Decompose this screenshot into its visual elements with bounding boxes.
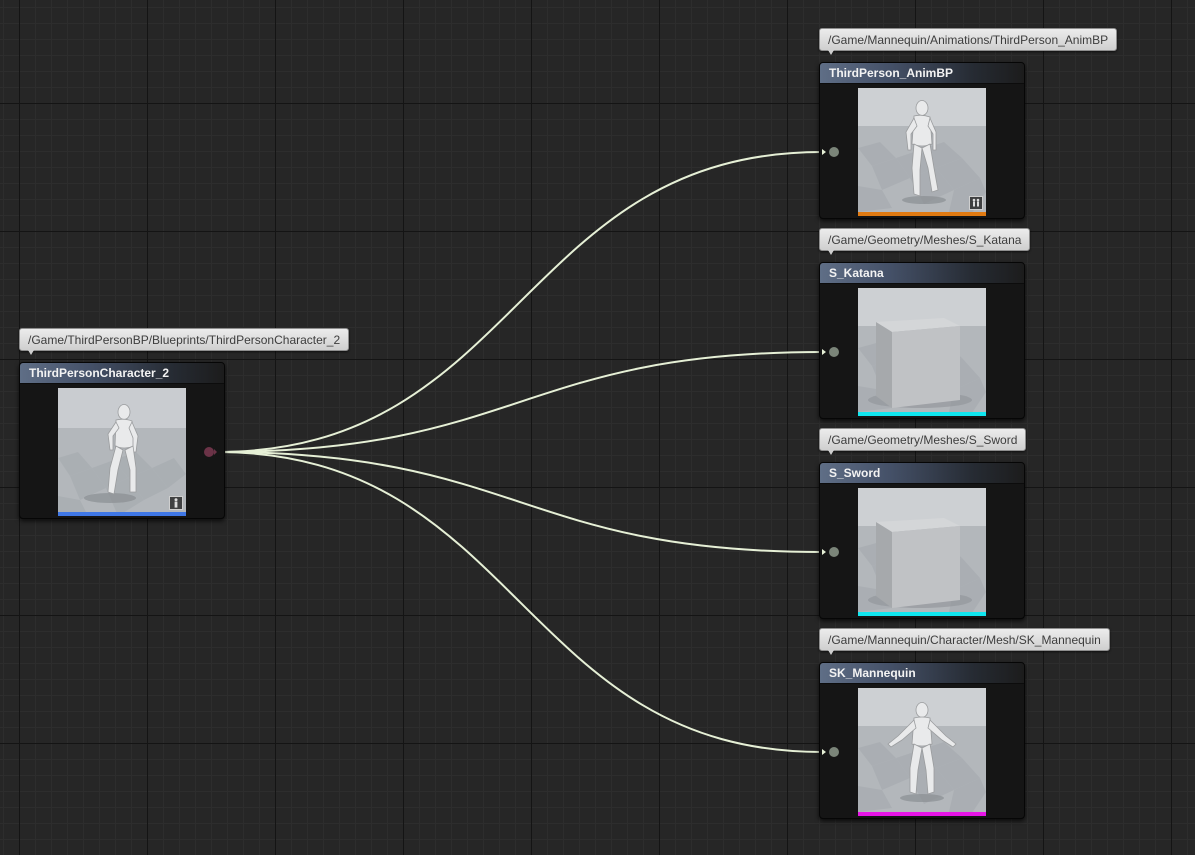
node-title: SK_Mannequin bbox=[820, 663, 1024, 684]
wire-s-katana bbox=[216, 351, 823, 453]
node-title: S_Katana bbox=[820, 263, 1024, 284]
asset-thumbnail bbox=[58, 388, 186, 516]
anim-blueprint-icon bbox=[969, 196, 983, 210]
node-thirdpersoncharacter-2[interactable]: ThirdPersonCharacter_2 bbox=[19, 362, 225, 519]
node-s-katana[interactable]: S_Katana bbox=[819, 262, 1025, 419]
asset-thumbnail bbox=[858, 88, 986, 216]
input-pin[interactable] bbox=[822, 746, 839, 758]
reference-viewer-graph[interactable]: /Game/ThirdPersonBP/Blueprints/ThirdPers… bbox=[0, 0, 1195, 855]
asset-type-bar bbox=[858, 812, 986, 816]
wire-thirdperson-animbp bbox=[216, 151, 823, 453]
node-title: S_Sword bbox=[820, 463, 1024, 484]
source-path-tooltip: /Game/ThirdPersonBP/Blueprints/ThirdPers… bbox=[19, 328, 350, 355]
asset-thumbnail bbox=[858, 488, 986, 616]
path-tooltip-thirdperson-animbp: /Game/Mannequin/Animations/ThirdPerson_A… bbox=[819, 28, 1118, 55]
node-thirdperson-animbp[interactable]: ThirdPerson_AnimBP bbox=[819, 62, 1025, 219]
node-title: ThirdPersonCharacter_2 bbox=[20, 363, 224, 384]
asset-type-bar bbox=[58, 512, 186, 516]
path-tooltip-sk-mannequin: /Game/Mannequin/Character/Mesh/SK_Manneq… bbox=[819, 628, 1110, 655]
asset-thumbnail bbox=[858, 688, 986, 816]
wire-s-sword bbox=[216, 451, 823, 553]
path-tooltip-s-katana: /Game/Geometry/Meshes/S_Katana bbox=[819, 228, 1031, 255]
output-pin[interactable] bbox=[203, 446, 217, 458]
wire-sk-mannequin bbox=[216, 451, 823, 753]
path-tooltip-s-sword: /Game/Geometry/Meshes/S_Sword bbox=[819, 428, 1027, 455]
input-pin[interactable] bbox=[822, 546, 839, 558]
node-s-sword[interactable]: S_Sword bbox=[819, 462, 1025, 619]
asset-type-bar bbox=[858, 612, 986, 616]
asset-type-bar bbox=[858, 412, 986, 416]
node-sk-mannequin[interactable]: SK_Mannequin bbox=[819, 662, 1025, 819]
character-icon bbox=[169, 496, 183, 510]
asset-thumbnail bbox=[858, 288, 986, 416]
asset-type-bar bbox=[858, 212, 986, 216]
input-pin[interactable] bbox=[822, 146, 839, 158]
input-pin[interactable] bbox=[822, 346, 839, 358]
node-title: ThirdPerson_AnimBP bbox=[820, 63, 1024, 84]
